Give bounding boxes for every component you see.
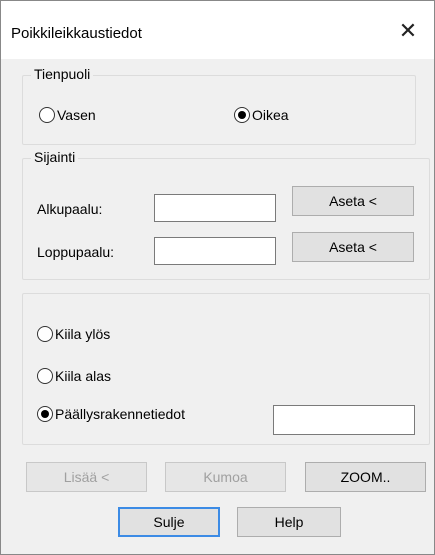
close-button[interactable]: Sulje (118, 507, 220, 537)
tienpuoli-label: Tienpuoli (31, 66, 94, 82)
aseta-alku-button[interactable]: Aseta < (292, 186, 414, 216)
loppupaalu-label: Loppupaalu: (37, 244, 115, 260)
dialog-window: Poikkileikkaustiedot ✕ Tienpuoli Vasen O… (0, 0, 435, 555)
radio-kiila-alas-circle (37, 368, 53, 384)
radio-kiila-ylos-label: Kiila ylös (55, 326, 111, 342)
radio-paallys-circle (37, 406, 53, 422)
radio-kiila-ylos-circle (37, 326, 53, 342)
aseta-loppu-button[interactable]: Aseta < (292, 232, 414, 262)
add-button[interactable]: Lisää < (26, 462, 147, 492)
title-bar: Poikkileikkaustiedot ✕ (1, 1, 434, 59)
radio-oikea-circle (234, 107, 250, 123)
radio-vasen-circle (39, 107, 55, 123)
radio-vasen[interactable]: Vasen (39, 107, 96, 123)
close-icon[interactable]: ✕ (388, 15, 428, 47)
zoom-button[interactable]: ZOOM.. (305, 462, 426, 492)
undo-button[interactable]: Kumoa (165, 462, 286, 492)
radio-oikea[interactable]: Oikea (234, 107, 289, 123)
radio-kiila-ylos[interactable]: Kiila ylös (37, 326, 110, 342)
paallys-input[interactable] (273, 405, 415, 435)
radio-oikea-label: Oikea (252, 107, 289, 123)
radio-kiila-alas-label: Kiila alas (55, 368, 112, 384)
radio-paallys[interactable]: Päällysrakennetiedot (37, 406, 185, 422)
alkupaalu-label: Alkupaalu: (37, 201, 103, 217)
help-button[interactable]: Help (237, 507, 341, 537)
radio-paallys-label: Päällysrakennetiedot (55, 406, 185, 422)
radio-vasen-label: Vasen (57, 107, 96, 123)
radio-kiila-alas[interactable]: Kiila alas (37, 368, 111, 384)
loppupaalu-input[interactable] (154, 237, 276, 265)
window-title: Poikkileikkaustiedot (11, 25, 142, 42)
sijainti-label: Sijainti (31, 149, 79, 165)
alkupaalu-input[interactable] (154, 194, 276, 222)
